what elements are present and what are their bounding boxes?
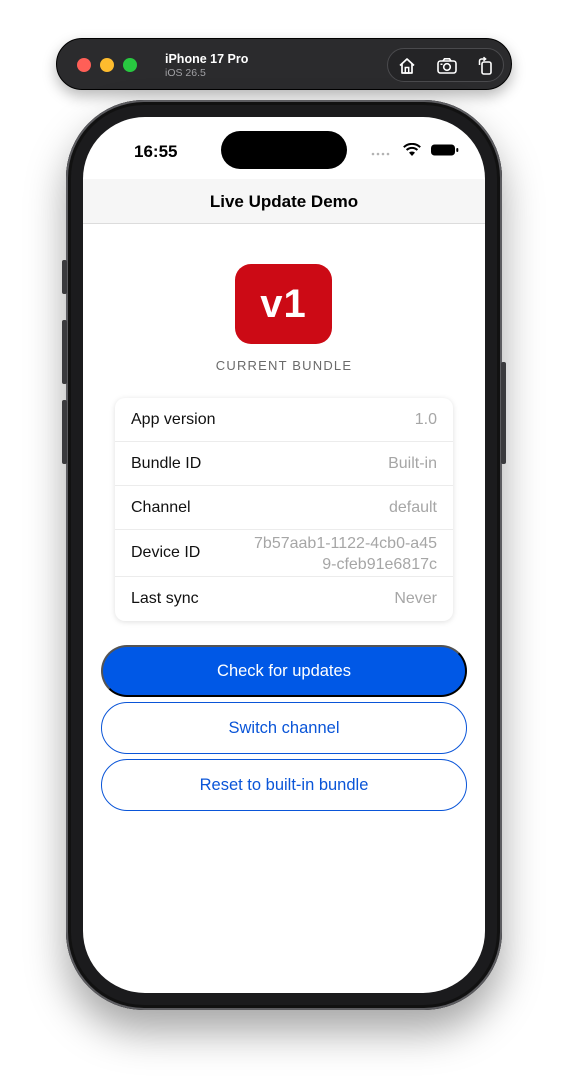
battery-icon xyxy=(430,144,459,156)
info-label: Last sync xyxy=(131,590,199,607)
switch-channel-button[interactable]: Switch channel xyxy=(101,702,467,754)
cellular-signal-icon xyxy=(371,152,390,156)
dynamic-island xyxy=(221,131,347,169)
navigation-bar: Live Update Demo xyxy=(83,179,485,224)
device-os-version: iOS 26.5 xyxy=(165,67,206,79)
rotate-icon xyxy=(478,56,492,75)
info-row-last-sync: Last sync Never xyxy=(115,577,453,621)
simulator-tool-group xyxy=(387,48,504,82)
rotate-button[interactable] xyxy=(474,54,498,78)
close-window-button[interactable] xyxy=(77,58,91,72)
home-button[interactable] xyxy=(395,54,419,78)
status-icons xyxy=(370,142,460,157)
bundle-info-card: App version 1.0 Bundle ID Built-in Chann… xyxy=(115,398,453,621)
info-label: App version xyxy=(131,411,216,428)
info-row-app-version: App version 1.0 xyxy=(115,398,453,442)
home-icon xyxy=(399,58,415,74)
volume-down-button xyxy=(62,400,67,464)
reset-bundle-button[interactable]: Reset to built-in bundle xyxy=(101,759,467,811)
info-row-bundle-id: Bundle ID Built-in xyxy=(115,442,453,486)
volume-up-button xyxy=(62,320,67,384)
minimize-window-button[interactable] xyxy=(100,58,114,72)
check-for-updates-button[interactable]: Check for updates xyxy=(101,645,467,697)
status-time: 16:55 xyxy=(134,142,178,161)
app-screen: 16:55 Live Update Demo v1 CURRENT BUNDLE… xyxy=(83,117,485,993)
info-label: Channel xyxy=(131,499,191,516)
info-label: Bundle ID xyxy=(131,455,202,472)
info-label: Device ID xyxy=(131,544,201,561)
info-value: 1.0 xyxy=(414,411,437,428)
bundle-version-badge: v1 xyxy=(235,264,332,344)
info-row-device-id: Device ID 7b57aab1-1122-4cb0-a459-cfeb91… xyxy=(115,530,453,577)
device-name: iPhone 17 Pro xyxy=(165,52,249,66)
info-row-channel: Channel default xyxy=(115,486,453,530)
bundle-caption: CURRENT BUNDLE xyxy=(215,358,353,373)
info-value: default xyxy=(388,499,437,516)
zoom-window-button[interactable] xyxy=(123,58,137,72)
info-value: Built-in xyxy=(388,455,437,472)
screenshot-button[interactable] xyxy=(435,54,459,78)
screenshot-icon xyxy=(437,58,457,74)
simulator-toolbar: iPhone 17 Pro iOS 26.5 xyxy=(56,38,512,90)
info-value: Never xyxy=(394,590,437,607)
info-value: 7b57aab1-1122-4cb0-a459-cfeb91e6817c xyxy=(254,535,437,573)
wifi-icon xyxy=(403,142,422,156)
nav-title: Live Update Demo xyxy=(209,192,359,211)
action-button xyxy=(62,260,67,294)
power-button xyxy=(501,362,506,464)
